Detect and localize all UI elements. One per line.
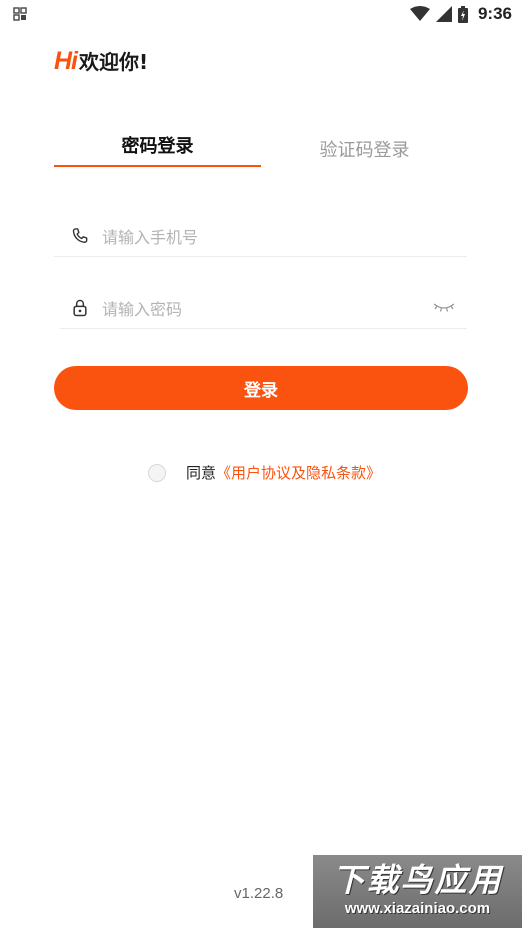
app-grid-icon bbox=[13, 7, 27, 21]
password-input[interactable] bbox=[100, 294, 424, 324]
status-indicators: 9:36 bbox=[409, 4, 512, 24]
agree-prefix: 同意 bbox=[186, 464, 217, 482]
tab-code-login[interactable]: 验证码登录 bbox=[261, 136, 468, 162]
watermark-title: 下载鸟应用 bbox=[332, 861, 503, 899]
status-bar: 9:36 bbox=[0, 0, 522, 28]
phone-input[interactable] bbox=[100, 222, 424, 252]
wifi-icon bbox=[409, 6, 430, 21]
welcome-text: 欢迎你! bbox=[79, 50, 149, 74]
terms-link[interactable]: 《用户协议及隐私条款》 bbox=[216, 462, 381, 483]
phone-icon bbox=[72, 228, 88, 243]
lock-icon bbox=[73, 299, 87, 317]
battery-icon bbox=[457, 5, 468, 23]
signal-icon bbox=[435, 6, 452, 22]
status-time: 9:36 bbox=[477, 4, 512, 23]
active-tab-indicator bbox=[54, 165, 261, 167]
agreement-checkbox[interactable] bbox=[148, 463, 166, 482]
phone-field bbox=[54, 216, 467, 257]
eye-closed-icon[interactable] bbox=[433, 300, 455, 314]
watermark-url: www.xiazainiao.com bbox=[344, 900, 491, 917]
tab-password-login[interactable]: 密码登录 bbox=[54, 132, 261, 158]
hi-logo: Hi bbox=[54, 47, 78, 75]
agreement-row: 同意 《用户协议及隐私条款》 bbox=[148, 462, 381, 483]
login-button[interactable]: 登录 bbox=[54, 366, 468, 410]
login-tabs: 密码登录 验证码登录 bbox=[54, 132, 468, 172]
watermark: 下载鸟应用 www.xiazainiao.com bbox=[313, 855, 522, 928]
password-field bbox=[60, 288, 467, 329]
greeting-header: Hi 欢迎你! bbox=[54, 46, 148, 76]
app-version: v1.22.8 bbox=[234, 885, 284, 902]
